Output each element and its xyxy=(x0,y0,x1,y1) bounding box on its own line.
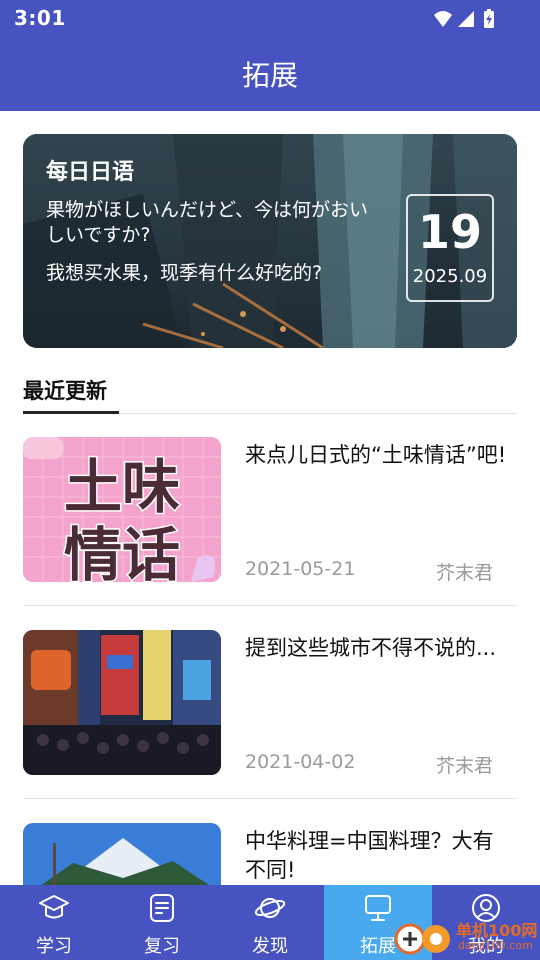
nav-label: 学习 xyxy=(36,936,72,957)
graduation-cap-icon xyxy=(39,895,69,919)
thumb-text-1: 土味 xyxy=(64,453,180,521)
article-title: 提到这些城市不得不说的... xyxy=(245,636,497,660)
daily-japanese-banner[interactable]: 每日日语 果物がほしいんだけど、今は何がおいしいですか? 我想买水果，现季有什么… xyxy=(23,134,517,348)
banner-chinese-translation: 我想买水果，现季有什么好吃的? xyxy=(46,262,323,284)
recent-updates-tab[interactable]: 最近更新 xyxy=(23,372,517,414)
banner-japanese-sentence: 果物がほしいんだけど、今は何がおいしいですか? xyxy=(46,199,369,246)
banner-year-month: 2025.09 xyxy=(412,266,488,287)
wifi-icon xyxy=(434,11,452,27)
banner-day: 19 xyxy=(417,205,482,259)
app-header: 3:01 拓展 xyxy=(0,0,540,111)
article-item[interactable]: 土味 情话 来点儿日式的“土味情话”吧! 2021-05-21 芥末君 xyxy=(23,437,517,611)
banner-heading: 每日日语 xyxy=(46,160,135,185)
watermark-sub: danji100.com xyxy=(458,939,533,952)
watermark-logo-icon xyxy=(394,923,450,955)
nav-item-study[interactable]: 学习 xyxy=(0,885,108,960)
nav-label: 发现 xyxy=(252,936,288,957)
planet-icon xyxy=(254,898,286,918)
nav-label: 复习 xyxy=(144,936,180,957)
page-title: 拓展 xyxy=(241,59,298,92)
divider xyxy=(23,605,517,606)
article-date: 2021-05-21 xyxy=(245,558,356,580)
status-bar: 3:01 xyxy=(0,0,540,36)
monitor-icon xyxy=(365,895,391,921)
article-author: 芥末君 xyxy=(435,562,493,584)
document-icon xyxy=(150,894,174,922)
banner-date-box: 19 2025.09 xyxy=(406,194,494,302)
article-thumbnail: 土味 情话 xyxy=(23,437,221,582)
nav-item-discover[interactable]: 发现 xyxy=(216,885,324,960)
status-time: 3:01 xyxy=(14,6,66,30)
tuwei-qinghua-image: 土味 情话 xyxy=(23,437,221,582)
signal-icon xyxy=(458,11,474,27)
tab-underline xyxy=(23,411,119,414)
article-thumbnail xyxy=(23,630,221,775)
nav-item-review[interactable]: 复习 xyxy=(108,885,216,960)
thumb-text-2: 情话 xyxy=(64,521,180,582)
watermark-text: 单机100网 xyxy=(456,921,538,940)
section-label: 最近更新 xyxy=(23,379,107,403)
divider xyxy=(23,798,517,799)
osaka-street-image xyxy=(23,630,221,775)
article-author: 芥末君 xyxy=(435,755,493,777)
article-item[interactable]: 提到这些城市不得不说的... 2021-04-02 芥末君 xyxy=(23,630,517,804)
status-icons xyxy=(434,9,494,28)
article-date: 2021-04-02 xyxy=(245,751,356,773)
watermark: 单机100网 danji100.com xyxy=(394,915,540,960)
article-title: 中华料理=中国料理？大有不同! xyxy=(245,829,494,882)
article-title: 来点儿日式的“土味情话”吧! xyxy=(245,443,507,467)
